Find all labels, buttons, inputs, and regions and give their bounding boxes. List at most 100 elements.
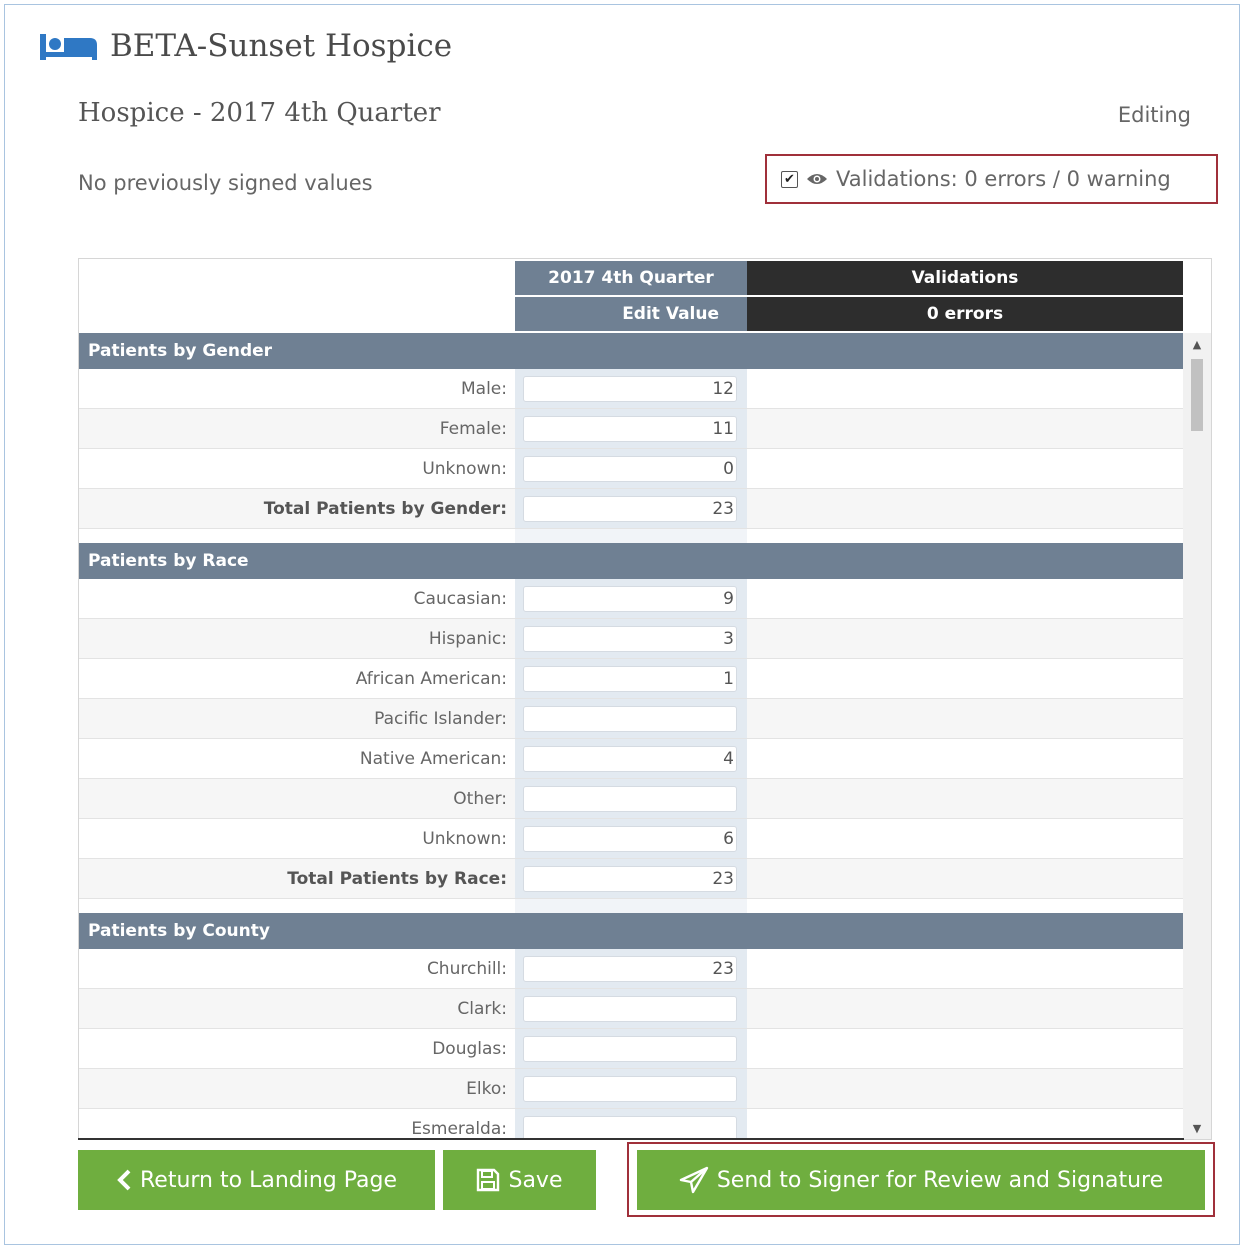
row-label: Elko:	[466, 1078, 507, 1099]
section-spacer	[79, 529, 1183, 543]
row-validation-cell	[747, 489, 1183, 528]
row-validation-cell	[747, 619, 1183, 658]
mode-label: Editing	[1117, 103, 1191, 127]
row-validation-cell	[747, 449, 1183, 488]
row-value-cell	[515, 779, 747, 818]
value-input[interactable]	[523, 1035, 737, 1062]
period-header: 2017 4th Quarter	[515, 261, 747, 297]
validations-summary: Validations: 0 errors / 0 warning	[836, 167, 1171, 191]
row-value-cell	[515, 819, 747, 858]
row-value-cell	[515, 659, 747, 698]
row-label: Native American:	[359, 748, 507, 769]
row-label: Hispanic:	[428, 628, 507, 649]
table-row: Caucasian:	[79, 579, 1183, 619]
row-label: Esmeralda:	[411, 1118, 507, 1139]
row-validation-cell	[747, 699, 1183, 738]
row-label: Unknown:	[422, 828, 507, 849]
value-input[interactable]	[523, 865, 737, 892]
row-value-cell	[515, 739, 747, 778]
scroll-down-arrow-icon[interactable]: ▼	[1183, 1117, 1211, 1139]
app-title: BETA-Sunset Hospice	[110, 28, 453, 64]
bed-icon	[40, 32, 98, 60]
row-value-cell	[515, 989, 747, 1028]
table-body[interactable]: Patients by Gender Male: Female: Unknown: To…	[79, 333, 1183, 1139]
row-label: Other:	[453, 788, 507, 809]
row-value-cell	[515, 579, 747, 618]
value-input[interactable]	[523, 665, 737, 692]
value-input[interactable]	[523, 705, 737, 732]
value-input[interactable]	[523, 495, 737, 522]
value-input[interactable]	[523, 585, 737, 612]
paper-plane-icon	[679, 1166, 709, 1194]
app-header: BETA-Sunset Hospice	[40, 26, 452, 66]
table-scrollbar[interactable]: ▲ ▼	[1183, 333, 1211, 1139]
errors-header: 0 errors	[747, 297, 1183, 333]
table-row: Other:	[79, 779, 1183, 819]
table-subheader-row: Edit Value 0 errors	[79, 297, 1183, 333]
data-table: 2017 4th Quarter Validations Edit Value …	[78, 258, 1212, 1140]
value-input[interactable]	[523, 785, 737, 812]
row-value-cell	[515, 369, 747, 408]
row-value-cell	[515, 619, 747, 658]
eye-icon	[806, 172, 828, 186]
row-label: Caucasian:	[413, 588, 507, 609]
edit-value-header: Edit Value	[515, 297, 747, 333]
row-label: African American:	[355, 668, 507, 689]
table-row: Clark:	[79, 989, 1183, 1029]
row-label: Unknown:	[422, 458, 507, 479]
value-input[interactable]	[523, 825, 737, 852]
row-label: Female:	[439, 418, 507, 439]
row-label: Total Patients by Gender:	[263, 498, 507, 519]
row-value-cell	[515, 859, 747, 898]
table-row: Total Patients by Gender:	[79, 489, 1183, 529]
row-validation-cell	[747, 859, 1183, 898]
section-spacer	[79, 899, 1183, 913]
report-title: Hospice - 2017 4th Quarter	[78, 98, 441, 128]
row-value-cell	[515, 489, 747, 528]
chevron-left-icon	[116, 1169, 132, 1191]
validations-checkbox[interactable]: ✔	[781, 170, 798, 188]
value-input[interactable]	[523, 995, 737, 1022]
row-value-cell	[515, 1029, 747, 1068]
validation-toggle[interactable]: ✔ Validations: 0 errors / 0 warning	[765, 154, 1218, 204]
value-input[interactable]	[523, 625, 737, 652]
table-row: Total Patients by Race:	[79, 859, 1183, 899]
row-label: Male:	[461, 378, 507, 399]
value-input[interactable]	[523, 1075, 737, 1102]
value-input[interactable]	[523, 455, 737, 482]
send-button-label: Send to Signer for Review and Signature	[716, 1167, 1164, 1193]
table-row: Esmeralda:	[79, 1109, 1183, 1139]
table-row: Male:	[79, 369, 1183, 409]
row-value-cell	[515, 409, 747, 448]
return-button-label: Return to Landing Page	[140, 1167, 397, 1193]
row-label: Total Patients by Race:	[287, 868, 507, 889]
previous-signed-status: No previously signed values	[78, 171, 373, 195]
table-row: Unknown:	[79, 449, 1183, 489]
value-input[interactable]	[523, 375, 737, 402]
row-label: Clark:	[457, 998, 507, 1019]
table-row: Native American:	[79, 739, 1183, 779]
table-row: Hispanic:	[79, 619, 1183, 659]
return-to-landing-button[interactable]: Return to Landing Page	[78, 1150, 435, 1210]
row-value-cell	[515, 1069, 747, 1108]
row-label: Churchill:	[426, 958, 507, 979]
row-value-cell	[515, 949, 747, 988]
row-value-cell	[515, 699, 747, 738]
section-header: Patients by Gender	[79, 333, 1183, 369]
scroll-thumb[interactable]	[1191, 359, 1203, 431]
row-validation-cell	[747, 1069, 1183, 1108]
row-validation-cell	[747, 369, 1183, 408]
value-input[interactable]	[523, 1115, 737, 1139]
value-input[interactable]	[523, 955, 737, 982]
table-row: Douglas:	[79, 1029, 1183, 1069]
row-validation-cell	[747, 659, 1183, 698]
row-validation-cell	[747, 579, 1183, 618]
save-button[interactable]: Save	[443, 1150, 596, 1210]
value-input[interactable]	[523, 415, 737, 442]
row-validation-cell	[747, 1029, 1183, 1068]
scroll-up-arrow-icon[interactable]: ▲	[1183, 333, 1211, 355]
row-validation-cell	[747, 819, 1183, 858]
send-to-signer-button[interactable]: Send to Signer for Review and Signature	[637, 1150, 1205, 1210]
value-input[interactable]	[523, 745, 737, 772]
table-bottom-divider	[78, 1138, 1184, 1140]
